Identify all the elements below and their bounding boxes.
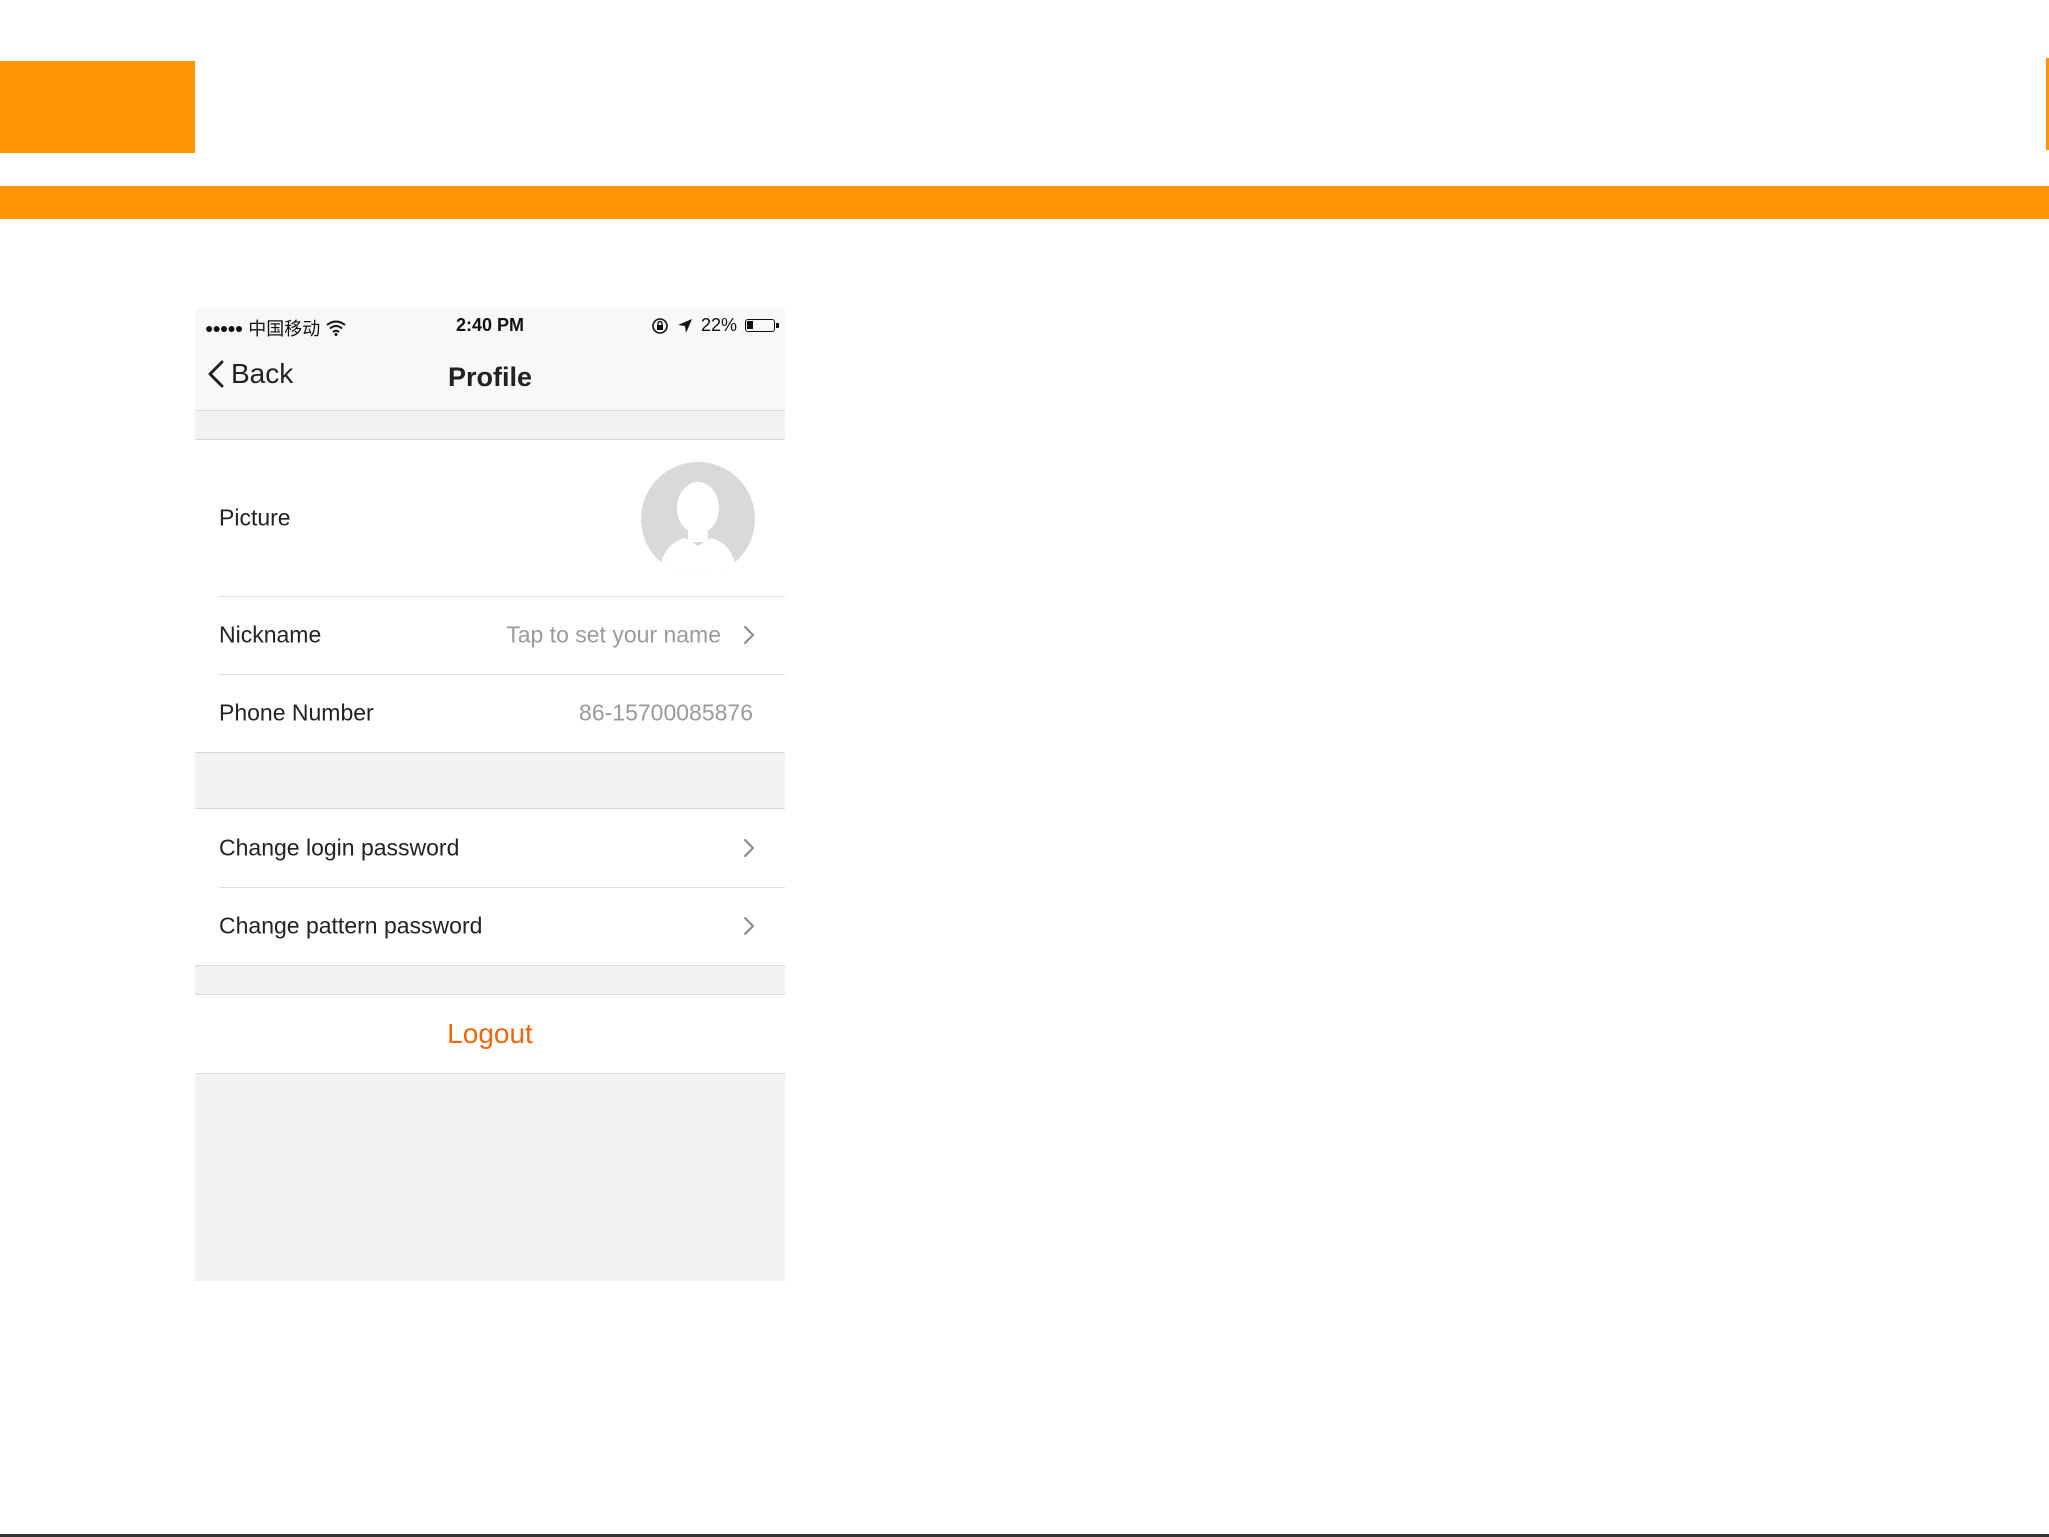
change-login-password-label: Change login password [219, 834, 460, 861]
logout-button[interactable]: Logout [195, 994, 785, 1074]
slide-header-block [0, 61, 195, 153]
profile-group: Picture Nickname Tap to set your name Ph… [195, 439, 785, 753]
page-title: Profile [447, 362, 533, 392]
nickname-row[interactable]: Nickname Tap to set your name [195, 596, 785, 674]
phone-number-row: Phone Number 86-15700085876 [195, 674, 785, 752]
phone-screen: ●●●●● 中国移动 2:40 PM 22% Back Profile Pict… [195, 308, 785, 1281]
chevron-right-icon [744, 839, 754, 857]
chevron-right-icon [744, 626, 754, 644]
phone-number-value: 86-15700085876 [579, 699, 753, 726]
logout-label: Logout [447, 1018, 533, 1049]
nickname-value: Tap to set your name [506, 621, 721, 648]
phone-number-label: Phone Number [219, 699, 374, 726]
navigation-bar: Back Profile [195, 344, 785, 411]
default-user-silhouette-icon [659, 482, 737, 576]
picture-label: Picture [219, 504, 291, 531]
nickname-label: Nickname [219, 621, 322, 648]
change-login-password-row[interactable]: Change login password [195, 809, 785, 887]
battery-percent: 22% [700, 315, 737, 335]
status-right: 22% [651, 315, 779, 336]
location-arrow-icon [677, 318, 692, 333]
change-pattern-password-label: Change pattern password [219, 912, 483, 939]
picture-row[interactable]: Picture [195, 440, 785, 596]
chevron-right-icon [744, 917, 754, 935]
orientation-lock-icon [652, 317, 668, 334]
security-group: Change login password Change pattern pas… [195, 808, 785, 966]
avatar[interactable] [641, 462, 755, 576]
battery-icon [745, 319, 779, 332]
status-bar: ●●●●● 中国移动 2:40 PM 22% [195, 308, 785, 344]
slide-header-bar [0, 186, 2049, 219]
change-pattern-password-row[interactable]: Change pattern password [195, 887, 785, 965]
